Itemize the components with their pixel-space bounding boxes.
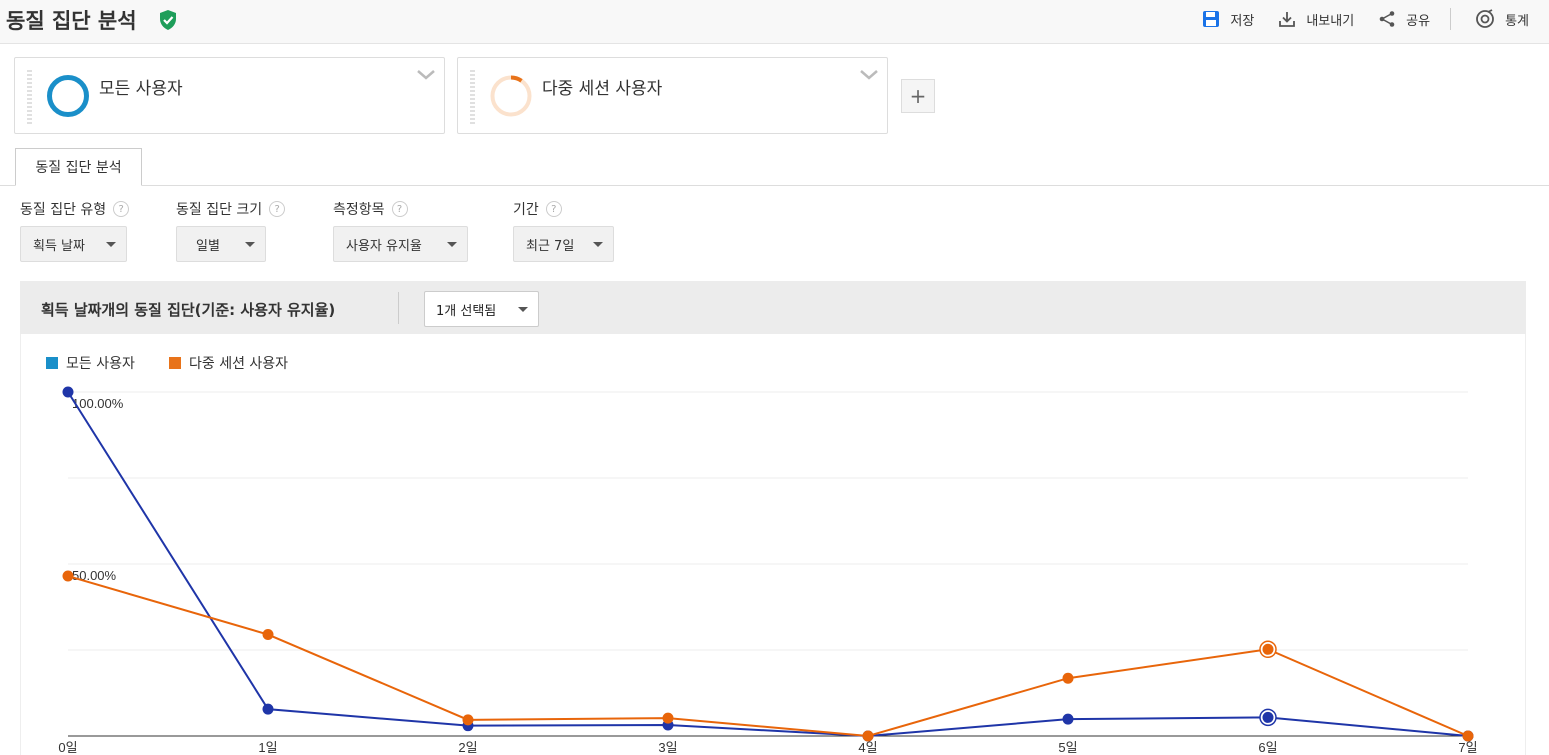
x-tick-label: 1일 xyxy=(258,740,277,755)
data-point xyxy=(262,703,274,715)
data-point xyxy=(1462,730,1474,742)
data-point xyxy=(862,730,874,742)
data-point xyxy=(1262,643,1274,655)
data-point xyxy=(62,570,74,582)
data-point xyxy=(262,629,274,641)
data-point xyxy=(662,712,674,724)
data-point xyxy=(1062,713,1074,725)
x-tick-label: 6일 xyxy=(1258,740,1277,755)
x-tick-label: 7일 xyxy=(1458,740,1477,755)
data-point xyxy=(462,714,474,726)
x-tick-label: 2일 xyxy=(458,740,477,755)
data-point xyxy=(62,386,74,398)
x-tick-label: 5일 xyxy=(1058,740,1077,755)
data-point xyxy=(1062,672,1074,684)
retention-line-chart: 100.00% 50.00% 0일 1일 2일 3일 4일 5일 6일 7일 xyxy=(58,386,1478,755)
data-point xyxy=(1262,711,1274,723)
series-line xyxy=(67,575,1469,738)
y-tick-label: 50.00% xyxy=(72,568,117,583)
y-tick-label: 100.00% xyxy=(72,396,124,411)
x-tick-label: 3일 xyxy=(658,740,677,755)
x-tick-label: 0일 xyxy=(58,740,77,755)
x-tick-label: 4일 xyxy=(858,740,877,755)
